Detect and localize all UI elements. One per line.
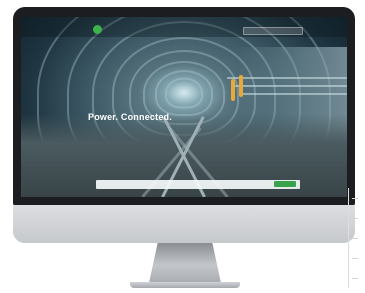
- cta-button[interactable]: [274, 181, 296, 187]
- website-screen: Power. Connected.: [21, 17, 347, 197]
- ruler-tick: [352, 218, 358, 219]
- wall-pipe: [243, 93, 347, 95]
- tunnel-ring: [165, 77, 203, 109]
- signal-light: [239, 75, 243, 97]
- ruler-tick: [352, 198, 358, 199]
- monitor-base: [130, 282, 240, 288]
- background-ruler: [348, 188, 363, 288]
- monitor-chin: [13, 205, 355, 243]
- hero-title: Power. Connected.: [88, 112, 172, 122]
- wall-pipe: [227, 77, 347, 79]
- monitor-stand: [149, 243, 221, 283]
- signal-light: [231, 79, 235, 101]
- ruler-tick: [352, 238, 358, 239]
- ruler-tick: [352, 258, 358, 259]
- logo-icon[interactable]: [93, 25, 102, 34]
- search-input[interactable]: [243, 27, 303, 35]
- wall-pipe: [235, 85, 347, 87]
- ruler-tick: [352, 278, 358, 279]
- cta-bar: [96, 180, 300, 189]
